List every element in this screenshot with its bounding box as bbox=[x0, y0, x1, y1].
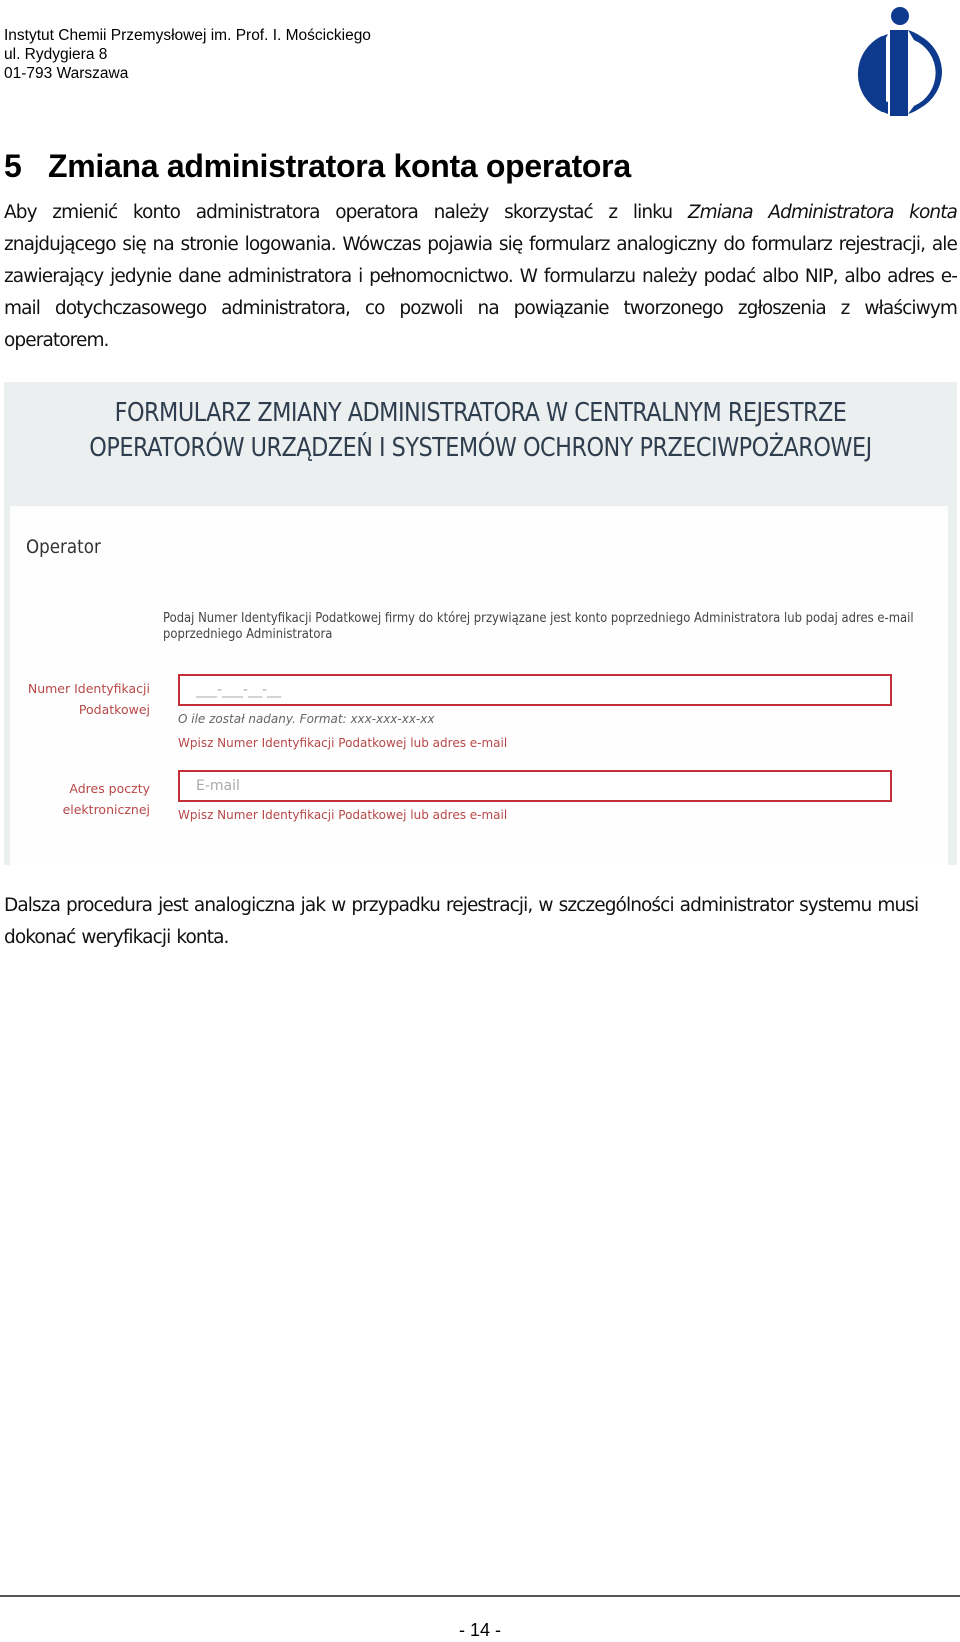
address-line-city: 01-793 Warszawa bbox=[4, 65, 129, 82]
intro-paragraph: Aby zmienić konto administratora operato… bbox=[4, 197, 958, 357]
nip-format-hint: O ile został nadany. Format: xxx-xxx-xx-… bbox=[178, 712, 435, 726]
page-number: - 14 - bbox=[458, 1620, 501, 1640]
ichp-logo-icon bbox=[852, 2, 944, 120]
address-line-street: ul. Rydygiera 8 bbox=[4, 46, 108, 63]
institute-address: Instytut Chemii Przemysłowej im. Prof. I… bbox=[4, 26, 371, 83]
email-label-line1: Adres poczty bbox=[69, 781, 150, 796]
nip-label: Numer Identyfikacji Podatkowej bbox=[10, 678, 150, 720]
email-error-message: Wpisz Numer Identyfikacji Podatkowej lub… bbox=[178, 808, 508, 822]
section-title-text: Zmiana administratora konta operatora bbox=[48, 148, 631, 184]
form-instruction: Podaj Numer Identyfikacji Podatkowej fir… bbox=[163, 610, 914, 642]
nip-error-message: Wpisz Numer Identyfikacji Podatkowej lub… bbox=[178, 736, 508, 750]
operator-heading: Operator bbox=[26, 536, 101, 558]
email-label-line2: elektronicznej bbox=[62, 802, 150, 817]
form-header: FORMULARZ ZMIANY ADMINISTRATORA W CENTRA… bbox=[4, 382, 957, 506]
form-title: FORMULARZ ZMIANY ADMINISTRATORA W CENTRA… bbox=[89, 398, 872, 463]
email-input[interactable] bbox=[180, 772, 890, 800]
closing-paragraph: Dalsza procedura jest analogiczna jak w … bbox=[4, 895, 919, 948]
email-input-box[interactable] bbox=[178, 770, 892, 802]
intro-text-end: znajdującego się na stronie logowania. W… bbox=[4, 234, 958, 351]
nip-input-box[interactable] bbox=[178, 674, 892, 706]
nip-label-line2: Podatkowej bbox=[78, 702, 150, 717]
nip-input[interactable] bbox=[180, 676, 890, 704]
address-line-institute: Instytut Chemii Przemysłowej im. Prof. I… bbox=[4, 27, 371, 44]
section-heading: 5 Zmiana administratora konta operatora bbox=[4, 148, 631, 185]
link-reference-text: Zmiana Administratora konta bbox=[687, 202, 958, 223]
footer-divider bbox=[0, 1595, 960, 1597]
intro-text-start: Aby zmienić konto administratora operato… bbox=[4, 202, 688, 223]
email-label: Adres poczty elektronicznej bbox=[10, 778, 150, 820]
section-number: 5 bbox=[4, 148, 22, 184]
nip-label-line1: Numer Identyfikacji bbox=[27, 681, 150, 696]
form-panel: Operator Podaj Numer Identyfikacji Podat… bbox=[10, 506, 948, 865]
form-screenshot: FORMULARZ ZMIANY ADMINISTRATORA W CENTRA… bbox=[4, 382, 957, 865]
